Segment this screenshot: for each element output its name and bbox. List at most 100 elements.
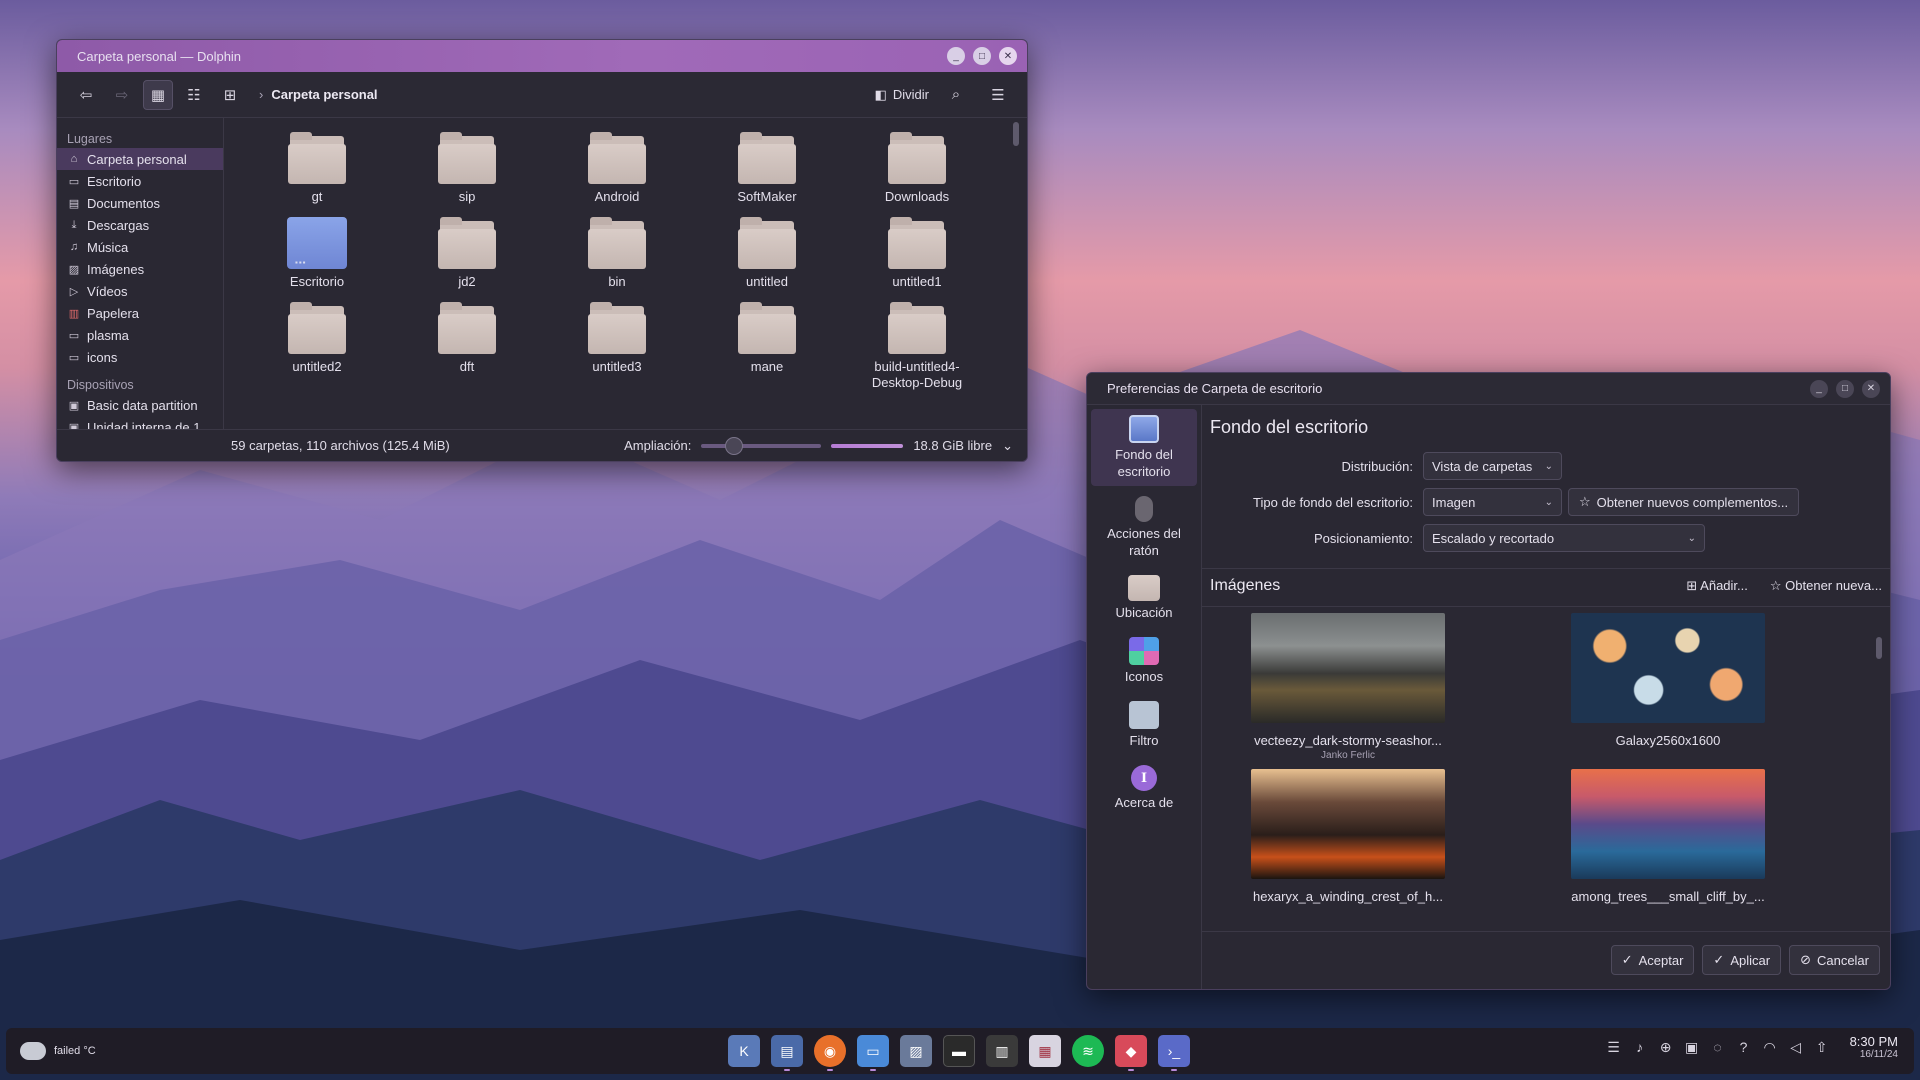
place-item[interactable]: ▷ Vídeos <box>57 280 223 302</box>
file-item[interactable]: mane <box>692 302 842 391</box>
spotify-task[interactable]: ≋ <box>1072 1035 1104 1067</box>
category-wallpaper[interactable]: Fondo del escritorio <box>1091 409 1197 486</box>
apply-button[interactable]: ✓ Aplicar <box>1702 945 1782 975</box>
file-item[interactable]: untitled <box>692 217 842 290</box>
system-monitor-task[interactable]: ▥ <box>986 1035 1018 1067</box>
software-center-task[interactable]: ◆ <box>1115 1035 1147 1071</box>
layout-combo[interactable]: Vista de carpetas ⌄ <box>1423 452 1562 480</box>
wallpaper-caption: Galaxy2560x1600 <box>1615 733 1721 748</box>
cancel-button[interactable]: ⊘ Cancelar <box>1789 945 1880 975</box>
place-item[interactable]: ▥ Papelera <box>57 302 223 324</box>
file-view: gt sip Android SoftMaker Downloads Escritorio… <box>224 118 1027 429</box>
close-button[interactable]: ✕ <box>1862 379 1880 398</box>
file-item[interactable]: jd2 <box>392 217 542 290</box>
device-item[interactable]: ▣ Basic data partition <box>57 394 223 416</box>
wallpaper-thumbnail[interactable]: hexaryx_a_winding_crest_of_h... <box>1250 769 1446 904</box>
place-item[interactable]: ▤ Documentos <box>57 192 223 214</box>
weather-widget[interactable]: failed °C <box>6 1042 96 1060</box>
device-item[interactable]: ▣ Unidad interna de 1... <box>57 416 223 430</box>
place-item[interactable]: ▭ plasma <box>57 324 223 346</box>
category-about[interactable]: I Acerca de <box>1091 759 1197 817</box>
maximize-button[interactable]: □ <box>1836 379 1854 398</box>
lightbulb-icon[interactable]: ◌ <box>1710 1039 1726 1055</box>
file-item[interactable]: build-untitled4-Desktop-Debug <box>842 302 992 391</box>
category-folder[interactable]: Ubicación <box>1091 569 1197 627</box>
desktop-settings-task[interactable]: ▤ <box>771 1035 803 1071</box>
window-title: Carpeta personal — Dolphin <box>77 48 242 64</box>
settings-sliders-icon[interactable]: ☰ <box>1606 1039 1622 1056</box>
get-new-plugins-button[interactable]: ☆ Obtener nuevos complementos... <box>1568 488 1800 516</box>
zoom-slider-handle[interactable] <box>725 436 744 455</box>
document-task[interactable]: ▦ <box>1029 1035 1061 1067</box>
scrollbar-handle[interactable] <box>1876 637 1882 659</box>
konsole-task[interactable]: ›_ <box>1158 1035 1190 1071</box>
wallpaper-thumbnail[interactable]: Galaxy2560x1600 <box>1570 613 1766 761</box>
file-item[interactable]: bin <box>542 217 692 290</box>
positioning-combo[interactable]: Escalado y recortado ⌄ <box>1423 524 1705 552</box>
place-item[interactable]: ⌂ Carpeta personal <box>57 148 223 170</box>
split-button[interactable]: ◧ Dividir <box>875 87 929 103</box>
wallpaper-thumbnail[interactable]: vecteezy_dark-stormy-seashor... Janko Fer… <box>1250 613 1446 761</box>
volume-icon[interactable]: ◁ <box>1788 1039 1804 1056</box>
scrollbar-handle[interactable] <box>1013 122 1019 146</box>
update-icon[interactable]: ⊕ <box>1658 1039 1674 1056</box>
search-button[interactable]: ⌕ <box>941 80 971 110</box>
firefox-task[interactable]: ◉ <box>814 1035 846 1071</box>
file-item[interactable]: untitled3 <box>542 302 692 391</box>
dolphin-task[interactable]: ▭ <box>857 1035 889 1071</box>
compact-view-button[interactable]: ☷ <box>179 80 209 110</box>
place-item[interactable]: ▨ Imágenes <box>57 258 223 280</box>
place-item[interactable]: ⤓ Descargas <box>57 214 223 236</box>
close-button[interactable]: ✕ <box>999 47 1017 65</box>
place-item[interactable]: ▭ Escritorio <box>57 170 223 192</box>
zoom-slider[interactable] <box>701 436 822 455</box>
file-item[interactable]: gt <box>242 132 392 205</box>
split-view-icon: ◧ <box>874 86 887 102</box>
file-item[interactable]: SoftMaker <box>692 132 842 205</box>
icons-view-button[interactable]: ▦ <box>143 79 173 110</box>
file-item[interactable]: untitled2 <box>242 302 392 391</box>
category-icons[interactable]: Iconos <box>1091 631 1197 691</box>
arrow-up-icon[interactable]: ⇧ <box>1814 1039 1830 1056</box>
help-icon[interactable]: ? <box>1736 1039 1752 1055</box>
wallpaper-thumbnail[interactable]: among_trees___small_cliff_by_... <box>1570 769 1766 904</box>
place-item[interactable]: ♫ Música <box>57 236 223 258</box>
app-launcher-button[interactable]: K <box>728 1035 760 1067</box>
file-item[interactable]: sip <box>392 132 542 205</box>
accept-button[interactable]: ✓ Aceptar <box>1610 945 1695 975</box>
back-button[interactable]: ⇦ <box>71 80 101 110</box>
free-space-label[interactable]: 18.8 GiB libre <box>913 438 992 453</box>
minimize-button[interactable]: _ <box>1810 379 1828 398</box>
file-item[interactable]: Downloads <box>842 132 992 205</box>
folder-icon <box>588 217 646 269</box>
dialog-title: Preferencias de Carpeta de escritorio <box>1107 381 1323 396</box>
prefs-titlebar[interactable]: Preferencias de Carpeta de escritorio _ … <box>1087 373 1890 405</box>
image-viewer-task[interactable]: ▨ <box>900 1035 932 1067</box>
category-mouse[interactable]: Acciones del ratón <box>1091 490 1197 565</box>
details-view-button[interactable]: ⊞ <box>215 80 245 110</box>
wallpaper-type-combo[interactable]: Imagen ⌄ <box>1423 488 1562 516</box>
get-new-wallpapers-button[interactable]: ☆ Obtener nueva... <box>1770 578 1882 594</box>
wifi-icon[interactable]: ◠ <box>1762 1039 1778 1056</box>
file-item[interactable]: dft <box>392 302 542 391</box>
maximize-button[interactable]: □ <box>973 47 991 65</box>
dolphin-titlebar[interactable]: Carpeta personal — Dolphin _ □ ✕ <box>57 40 1027 72</box>
minimize-button[interactable]: _ <box>947 47 965 65</box>
place-item[interactable]: ▭ icons <box>57 346 223 368</box>
monitor-icon: ▭ <box>68 175 80 188</box>
menu-button[interactable]: ☰ <box>983 80 1013 110</box>
file-item[interactable]: untitled1 <box>842 217 992 290</box>
add-image-button[interactable]: ⊞ Añadir... <box>1686 578 1748 594</box>
file-item[interactable]: Escritorio <box>242 217 392 290</box>
place-item-label: icons <box>87 349 118 365</box>
bell-icon[interactable]: ♪ <box>1632 1039 1648 1055</box>
wallpaper-caption: hexaryx_a_winding_crest_of_h... <box>1252 889 1444 904</box>
clipboard-icon[interactable]: ▣ <box>1684 1039 1700 1056</box>
category-filter[interactable]: Filtro <box>1091 695 1197 755</box>
digital-clock[interactable]: 8:30 PM 16/11/24 <box>1850 1034 1898 1060</box>
file-item[interactable]: Android <box>542 132 692 205</box>
chevron-down-icon[interactable]: ⌄ <box>1002 438 1013 454</box>
breadcrumb-item[interactable]: Carpeta personal <box>271 87 377 102</box>
forward-button[interactable]: ⇨ <box>107 80 137 110</box>
terminal-task[interactable]: ▬ <box>943 1035 975 1067</box>
